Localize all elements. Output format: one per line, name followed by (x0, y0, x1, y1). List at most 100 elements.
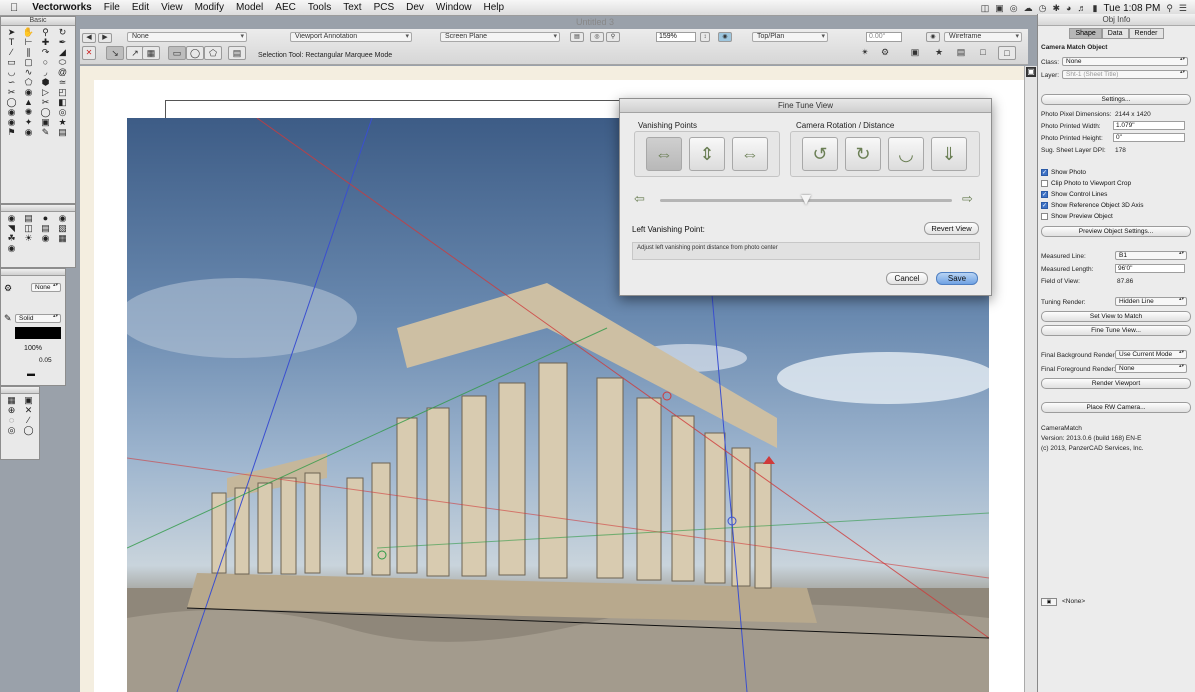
rectangular-marquee-icon[interactable]: ↘ (106, 46, 124, 60)
opacity-label[interactable]: 100% (2, 345, 64, 352)
wifi-icon[interactable]: ◕ (1066, 3, 1071, 13)
tilt-camera-icon[interactable]: ↻ (845, 137, 881, 171)
menu-tools[interactable]: Tools (302, 2, 337, 13)
split-tool-icon[interactable]: ✂ (37, 97, 54, 107)
plant-tool-icon[interactable]: ☘ (3, 233, 20, 243)
snap-surface-icon[interactable]: ◎ (3, 425, 20, 435)
tab-shape[interactable]: Shape (1069, 28, 1102, 39)
view-popup[interactable]: Top/Plan (752, 32, 828, 42)
pan-tool-icon[interactable]: ✋ (20, 27, 37, 37)
show-photo-checkbox[interactable]: ✓ Show Photo (1041, 169, 1086, 176)
smudge-tool-icon[interactable]: ✺ (20, 107, 37, 117)
spiral-tool-icon[interactable]: @ (54, 67, 71, 77)
snap-tangent-icon[interactable]: ∕ (20, 415, 37, 425)
fill-style-popup[interactable]: None (31, 283, 61, 292)
app-menu[interactable]: Vectorworks (26, 2, 97, 13)
revert-view-button[interactable]: Revert View (924, 222, 979, 235)
apple-menu-icon[interactable]:  (0, 2, 26, 14)
line-tool-icon[interactable]: ∕ (3, 47, 20, 57)
menu-window[interactable]: Window (430, 2, 478, 13)
menu-modify[interactable]: Modify (189, 2, 230, 13)
show-preview-object-checkbox[interactable]: Show Preview Object (1041, 213, 1113, 220)
menu-aec[interactable]: AEC (269, 2, 302, 13)
fillet-tool-icon[interactable]: ◰ (54, 87, 71, 97)
rotation-field[interactable]: 0.00° (866, 32, 902, 42)
battery-icon[interactable]: ▮ (1092, 3, 1097, 14)
view-icon[interactable]: ◉ (718, 32, 732, 42)
bluetooth-icon[interactable]: ✱ (1053, 3, 1061, 14)
dimension-tool-icon[interactable]: ⊢ (20, 37, 37, 47)
rect-mode-icon[interactable]: ▭ (168, 46, 186, 60)
locus-tool-icon[interactable]: ✚ (37, 37, 54, 47)
hatch-tool-icon[interactable]: ▦ (54, 233, 71, 243)
clip-photo-checkbox[interactable]: Clip Photo to Viewport Crop (1041, 180, 1131, 187)
menu-dev[interactable]: Dev (400, 2, 430, 13)
class-popup[interactable]: None (127, 32, 247, 42)
menu-view[interactable]: View (155, 2, 189, 13)
door-tool-icon[interactable]: ◥ (3, 223, 20, 233)
rounded-rect-tool-icon[interactable]: ▢ (20, 57, 37, 67)
polyline-tool-icon[interactable]: ∽ (3, 77, 20, 87)
object-class-icon[interactable]: ▣ (1041, 598, 1057, 606)
camera-match-tool-icon[interactable]: ◎ (54, 107, 71, 117)
rotate-camera-icon[interactable]: ↺ (802, 137, 838, 171)
measured-line-popup[interactable]: B1 (1115, 251, 1187, 260)
visualization-tool-icon[interactable]: ◉ (3, 117, 20, 127)
freehand-tool-icon[interactable]: ∿ (20, 67, 37, 77)
snap-object-icon[interactable]: ▣ (20, 395, 37, 405)
constraint-icon[interactable]: ✕ (82, 46, 96, 60)
site-tool-icon[interactable]: ☀ (20, 233, 37, 243)
forward-arrow-icon[interactable]: ▶ (98, 33, 112, 43)
zoom-popup-icon[interactable]: ▤ (570, 32, 584, 42)
text-tool-icon[interactable]: T (3, 37, 20, 47)
eye-tool-icon[interactable]: ◉ (54, 213, 71, 223)
mirror-tool-icon[interactable]: ◢ (54, 47, 71, 57)
zoom-stepper[interactable]: ↕ (700, 32, 710, 42)
dolly-camera-icon[interactable]: ⇓ (931, 137, 967, 171)
rotate-tool-icon[interactable]: ↷ (37, 47, 54, 57)
settings-button[interactable]: Settings... (1041, 94, 1191, 105)
snap-distance-icon[interactable]: ◌ (3, 415, 20, 425)
snap-grid-icon[interactable]: ▦ (3, 395, 20, 405)
clock-icon[interactable]: ◷ (1039, 3, 1047, 14)
render-mode-icon[interactable]: ◉ (926, 32, 940, 42)
spotlight-search-icon[interactable]: ⚲ (1166, 3, 1173, 14)
tab-data[interactable]: Data (1101, 28, 1129, 39)
notification-list-icon[interactable]: ☰ (1179, 3, 1187, 14)
misc-tool-icon[interactable]: ◉ (3, 243, 20, 253)
menu-help[interactable]: Help (478, 2, 511, 13)
stamp-tool-icon[interactable]: ▤ (54, 127, 71, 137)
snap-edge-icon[interactable]: ◯ (20, 425, 37, 435)
checkbox-unchecked-icon[interactable] (1041, 180, 1048, 187)
quarter-arc-tool-icon[interactable]: ◞ (37, 67, 54, 77)
tab-render[interactable]: Render (1128, 28, 1164, 39)
tuning-render-popup[interactable]: Hidden Line (1115, 297, 1187, 306)
shield-icon[interactable]: ◫ (981, 3, 990, 14)
place-camera-button[interactable]: Place RW Camera... (1041, 402, 1191, 413)
layers-icon[interactable]: ▤ (952, 46, 970, 60)
checkbox-checked-icon[interactable]: ✓ (1041, 191, 1048, 198)
new-page-icon[interactable]: □ (998, 46, 1016, 60)
back-arrow-icon[interactable]: ◀ (82, 33, 96, 43)
note-tool-icon[interactable]: ✎ (37, 127, 54, 137)
pen-style-popup[interactable]: Solid (15, 314, 61, 323)
grid-icon[interactable]: ▦ (142, 46, 160, 60)
layer-popup[interactable]: Sht-1 (Sheet Title) (1062, 70, 1188, 79)
volume-icon[interactable]: ♬ (1077, 3, 1086, 13)
display-icon[interactable]: ▣ (995, 3, 1004, 14)
eyedropper-tool-icon[interactable]: ✒ (54, 37, 71, 47)
zoom-in-icon[interactable]: ⚲ (606, 32, 620, 42)
polygon-tool-icon[interactable]: ⬠ (20, 77, 37, 87)
render-viewport-button[interactable]: Render Viewport (1041, 378, 1191, 389)
double-polyline-tool-icon[interactable]: ≃ (54, 77, 71, 87)
vertical-vanishing-point-icon[interactable]: ⇕ (689, 137, 725, 171)
snap-icon[interactable]: ✴ (856, 46, 874, 60)
menu-pcs[interactable]: PCS (368, 2, 401, 13)
camera-view-icon[interactable]: ▣ (906, 46, 924, 60)
selection-tool-icon[interactable]: ➤ (3, 27, 20, 37)
menubar-clock[interactable]: Tue 1:08 PM (1103, 3, 1160, 14)
measured-length-field[interactable]: 96'0" (1115, 264, 1185, 273)
poly-mode-icon[interactable]: ⬠ (204, 46, 222, 60)
render-popup[interactable]: Wireframe (944, 32, 1022, 42)
slider-right-arrow-icon[interactable]: ⇨ (962, 191, 973, 207)
